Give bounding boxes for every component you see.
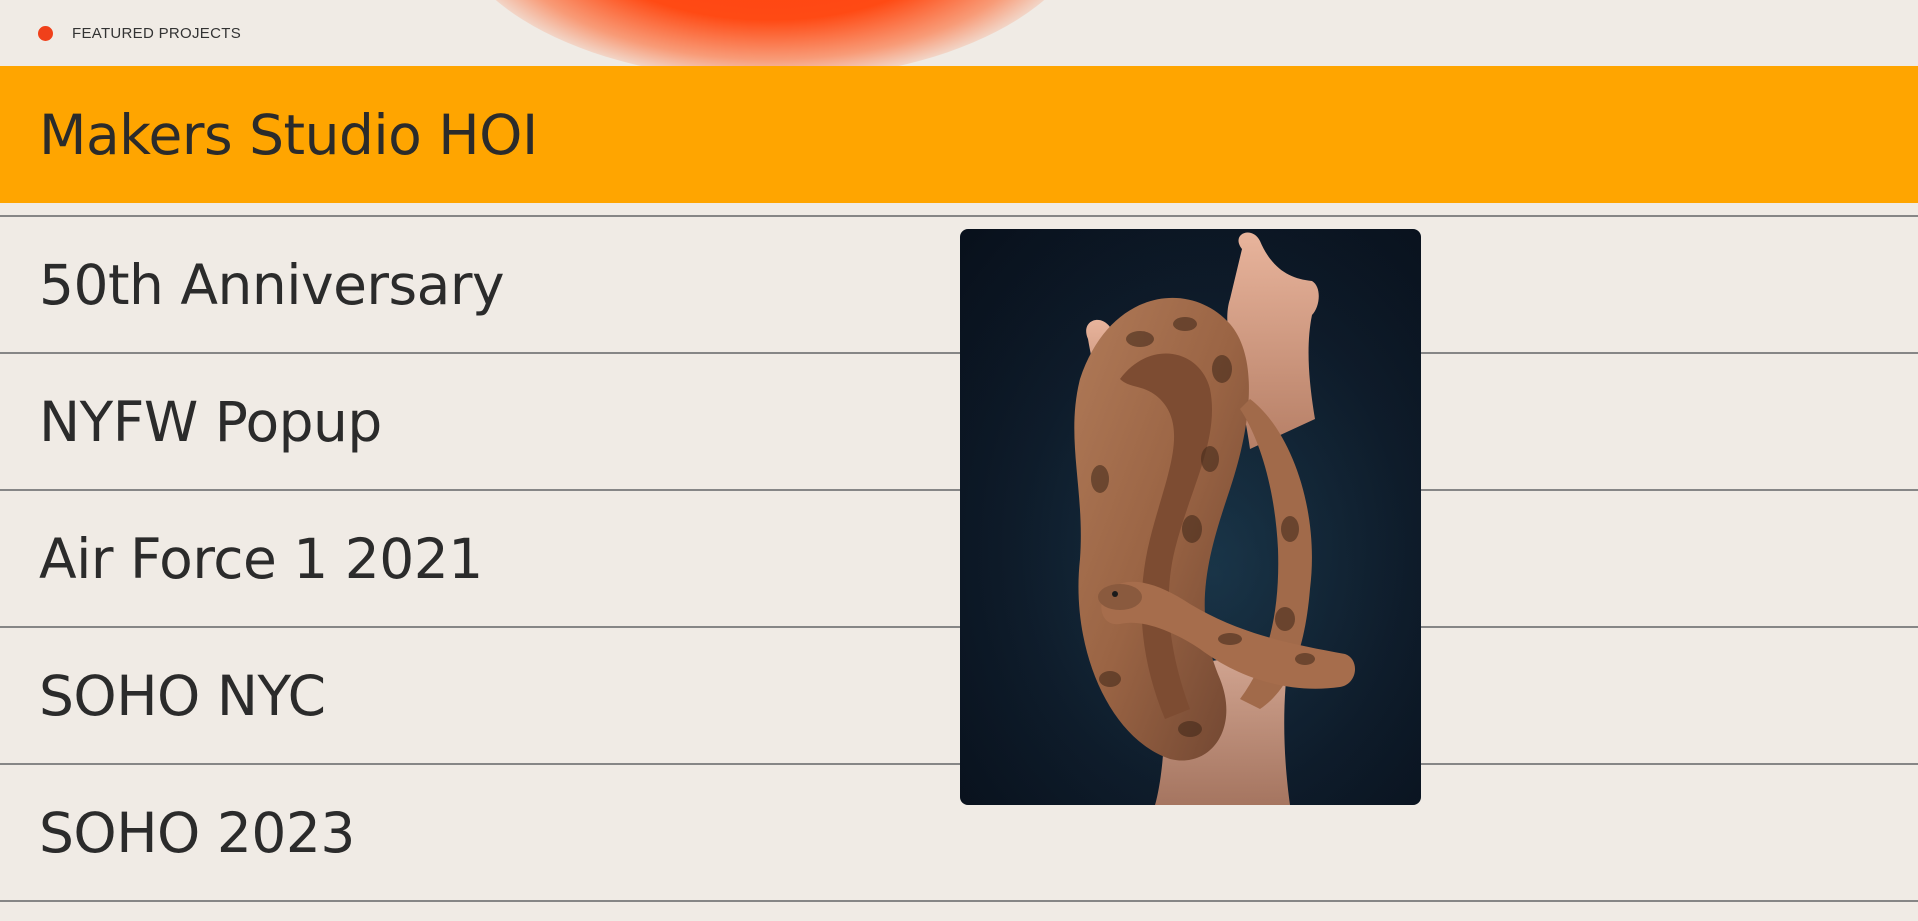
project-title: Air Force 1 2021 (39, 526, 483, 591)
project-list: Makers Studio HOI 50th Anniversary NYFW … (0, 66, 1918, 902)
snake-on-hand-illustration (960, 229, 1421, 805)
project-row-soho-2023[interactable]: SOHO 2023 (0, 765, 1918, 902)
project-preview-image (960, 229, 1421, 805)
project-row-50th-anniversary[interactable]: 50th Anniversary (0, 215, 1918, 354)
project-title: Makers Studio HOI (39, 102, 538, 167)
red-dot-icon (38, 26, 53, 41)
project-title: SOHO NYC (39, 663, 326, 728)
project-row-soho-nyc[interactable]: SOHO NYC (0, 628, 1918, 765)
project-row-makers-studio-hoi[interactable]: Makers Studio HOI (0, 66, 1918, 203)
project-title: SOHO 2023 (39, 800, 355, 865)
project-row-air-force-1-2021[interactable]: Air Force 1 2021 (0, 491, 1918, 628)
section-label: FEATURED PROJECTS (72, 25, 242, 42)
project-row-nyfw-popup[interactable]: NYFW Popup (0, 354, 1918, 491)
project-title: 50th Anniversary (39, 252, 505, 317)
project-title: NYFW Popup (39, 389, 382, 454)
section-header: FEATURED PROJECTS (38, 25, 241, 42)
